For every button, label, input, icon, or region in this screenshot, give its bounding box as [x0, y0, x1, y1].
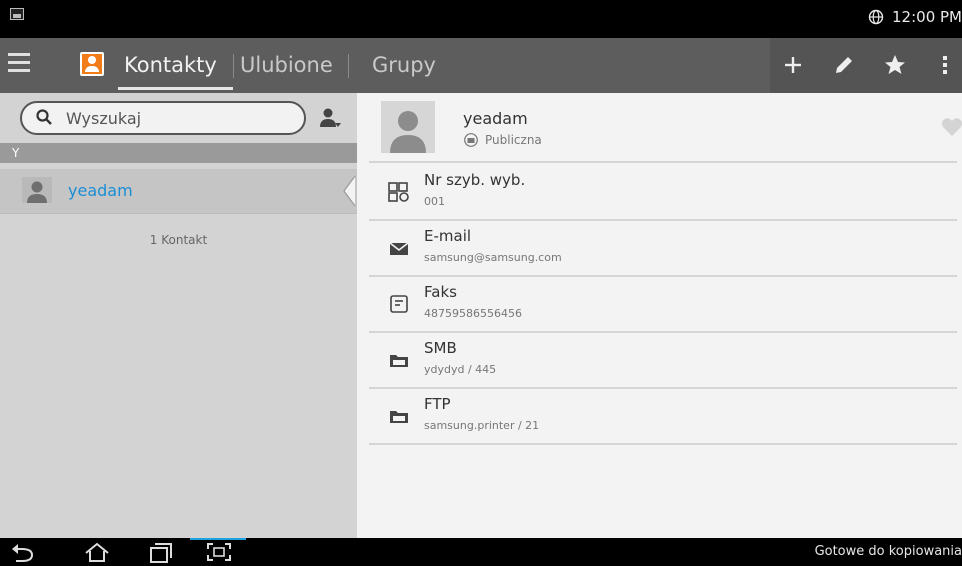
contact-name: yeadam — [463, 109, 528, 128]
edit-icon[interactable] — [826, 48, 860, 82]
tab-ulubione[interactable]: Ulubione — [240, 50, 333, 80]
screen-capture-icon[interactable] — [202, 540, 236, 564]
field-value: samsung.printer / 21 — [424, 419, 540, 432]
field-label: SMB — [424, 339, 457, 357]
search-input[interactable] — [66, 107, 286, 129]
overflow-menu-icon[interactable] — [928, 48, 962, 82]
smb-folder-icon — [390, 355, 408, 367]
section-header: Y — [0, 143, 357, 163]
recent-apps-icon[interactable] — [144, 540, 178, 564]
status-message: Gotowe do kopiowania — [814, 544, 962, 559]
detail-row-speed-dial[interactable]: Nr szyb. wyb. 001 — [369, 165, 957, 221]
selected-tab-indicator — [118, 87, 233, 90]
speed-dial-icon — [388, 182, 409, 202]
search-box[interactable] — [20, 101, 306, 135]
clock: 12:00 PM — [892, 8, 962, 26]
mail-icon — [389, 242, 409, 255]
visibility-label: Publiczna — [485, 133, 542, 147]
field-label: E-mail — [424, 227, 472, 245]
detail-row-email[interactable]: E-mail samsung@samsung.com — [369, 221, 957, 277]
field-label: Nr szyb. wyb. — [424, 171, 526, 189]
action-bar: Kontakty Ulubione Grupy — [0, 38, 962, 93]
status-right: 12:00 PM — [868, 6, 962, 28]
list-item[interactable]: yeadam — [0, 169, 357, 214]
field-value: 48759586556456 — [424, 307, 522, 320]
chevron-left-icon — [343, 175, 356, 207]
detail-row-smb[interactable]: SMB ydydyd / 445 — [369, 333, 957, 389]
heart-icon[interactable] — [941, 117, 962, 137]
contact-name: yeadam — [68, 181, 133, 200]
detail-row-fax[interactable]: Faks 48759586556456 — [369, 277, 957, 333]
ftp-folder-icon — [390, 411, 408, 423]
contacts-app-icon — [80, 52, 104, 76]
add-contact-icon[interactable] — [318, 107, 342, 129]
action-buttons — [770, 38, 962, 93]
navigation-bar: Gotowe do kopiowania — [0, 538, 962, 566]
star-icon[interactable] — [878, 48, 912, 82]
image-icon — [10, 8, 24, 20]
avatar — [381, 101, 435, 153]
menu-icon[interactable] — [8, 53, 30, 75]
field-value: samsung@samsung.com — [424, 251, 562, 264]
home-icon[interactable] — [80, 540, 114, 564]
search-icon — [36, 109, 52, 125]
contact-list-panel: Y yeadam 1 Kontakt — [0, 93, 357, 538]
field-value: ydydyd / 445 — [424, 363, 497, 376]
add-icon[interactable] — [776, 48, 810, 82]
globe-icon — [868, 9, 884, 25]
public-icon — [464, 133, 478, 147]
avatar — [22, 177, 52, 203]
tab-divider — [348, 54, 349, 78]
fax-icon — [390, 295, 408, 313]
detail-header: yeadam Publiczna — [369, 93, 962, 163]
tab-kontakty[interactable]: Kontakty — [124, 50, 217, 80]
field-value: 001 — [424, 195, 445, 208]
tab-divider — [233, 54, 234, 78]
contact-count: 1 Kontakt — [149, 233, 208, 247]
contact-detail-panel: yeadam Publiczna Nr szyb. wyb. 001 E-mai… — [357, 93, 962, 538]
detail-row-ftp[interactable]: FTP samsung.printer / 21 — [369, 389, 957, 445]
status-bar: 12:00 PM — [0, 0, 962, 38]
field-label: Faks — [424, 283, 457, 301]
tab-grupy[interactable]: Grupy — [372, 50, 436, 80]
back-icon[interactable] — [6, 540, 40, 564]
field-label: FTP — [424, 395, 451, 413]
